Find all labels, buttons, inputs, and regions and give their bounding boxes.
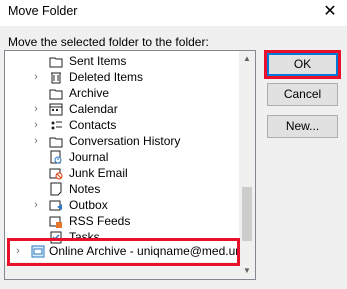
folder-label: Archive (69, 86, 110, 100)
folder-label: Calendar (69, 102, 118, 116)
folder-icon (49, 89, 63, 100)
expand-arrow-icon[interactable]: › (31, 117, 41, 133)
instruction-label: Move the selected folder to the folder: (8, 35, 209, 49)
online-archive-item[interactable]: › Online Archive - uniqname@med.umi (5, 243, 248, 259)
new-button[interactable]: New... (267, 115, 338, 138)
close-icon[interactable]: ✕ (319, 1, 341, 23)
rss-feeds-icon (49, 216, 62, 228)
folder-item[interactable]: › Deleted Items (5, 69, 239, 85)
folder-tree[interactable]: Sent Items › Deleted Items Archive › Calendar… (4, 50, 256, 280)
expand-arrow-icon[interactable]: › (13, 243, 23, 259)
horizontal-scrollbar[interactable] (5, 262, 239, 279)
folder-item[interactable]: Archive (5, 85, 239, 101)
scroll-up-icon[interactable]: ▲ (239, 51, 255, 67)
folder-label: Notes (69, 182, 101, 196)
notes-icon (50, 182, 62, 196)
title-bar: Move Folder ✕ (0, 0, 347, 26)
ok-button[interactable]: OK (267, 53, 338, 76)
scroll-thumb[interactable] (242, 187, 252, 241)
folder-label: Tasks (69, 230, 100, 244)
expand-arrow-icon[interactable]: › (31, 133, 41, 149)
expand-arrow-icon[interactable]: › (31, 69, 41, 85)
junk-email-icon (49, 168, 63, 180)
folder-label: Journal (69, 150, 109, 164)
expand-arrow-icon[interactable]: › (31, 101, 41, 117)
folder-label: Deleted Items (69, 70, 144, 84)
scroll-down-icon[interactable]: ▼ (239, 263, 255, 279)
online-archive-label: Online Archive - uniqname@med.umi (49, 244, 248, 258)
online-archive-icon (31, 245, 45, 258)
folder-label: Contacts (69, 118, 117, 132)
folder-item[interactable]: Notes (5, 181, 239, 197)
folder-label: Outbox (69, 198, 108, 212)
folder-icon (49, 137, 63, 148)
folder-item[interactable]: Junk Email (5, 165, 239, 181)
folder-item[interactable]: Journal (5, 149, 239, 165)
journal-icon (50, 150, 62, 164)
cancel-button[interactable]: Cancel (267, 83, 338, 106)
folder-icon (49, 57, 63, 68)
window-title: Move Folder (8, 4, 78, 18)
folder-item[interactable]: Sent Items (5, 53, 239, 69)
trash-folder-icon (51, 72, 61, 84)
folder-label: Sent Items (69, 54, 127, 68)
folder-item[interactable]: › Outbox (5, 197, 239, 213)
tasks-icon (50, 231, 62, 244)
calendar-icon (49, 103, 63, 116)
folder-item[interactable]: › Conversation History (5, 133, 239, 149)
folder-item[interactable]: › Contacts (5, 117, 239, 133)
folder-item[interactable]: › Calendar (5, 101, 239, 117)
folder-label: Conversation History (69, 134, 181, 148)
expand-arrow-icon[interactable]: › (31, 197, 41, 213)
folder-item[interactable]: RSS Feeds (5, 213, 239, 229)
folder-label: RSS Feeds (69, 214, 131, 228)
contacts-icon (51, 121, 62, 130)
outbox-icon (49, 200, 62, 211)
folder-label: Junk Email (69, 166, 128, 180)
vertical-scrollbar[interactable]: ▲ ▼ (239, 51, 255, 279)
